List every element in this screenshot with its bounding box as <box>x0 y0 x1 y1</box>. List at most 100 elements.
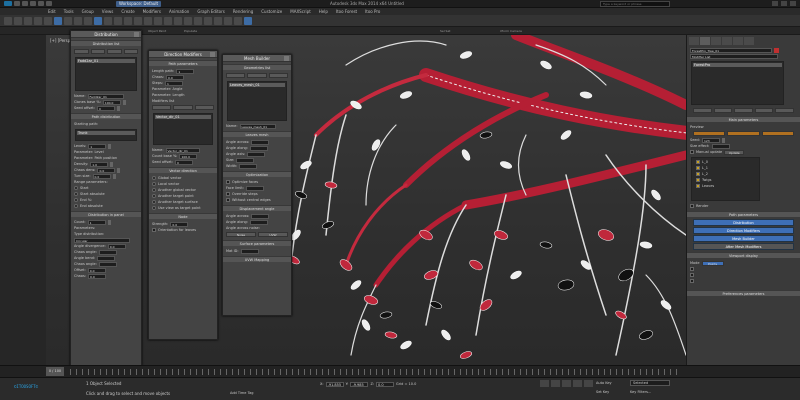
distribution-in-panel-section[interactable]: Distribution in panel <box>71 211 141 217</box>
undo-icon[interactable] <box>4 17 12 25</box>
direction-modifiers-button[interactable]: Direction Modifiers <box>693 227 794 234</box>
level-checkbox[interactable] <box>696 172 700 176</box>
density-field[interactable]: 1.0 <box>90 161 109 167</box>
object-name-field[interactable]: ForestPro_Tree_01 <box>690 47 772 53</box>
angle-snap-icon[interactable] <box>144 17 152 25</box>
angle-div-field[interactable]: 0.0 <box>107 243 126 249</box>
search-input[interactable]: Type a keyword or phrase <box>600 1 670 7</box>
schematic-icon[interactable] <box>204 17 212 25</box>
path-parameters-section[interactable]: Path parameters <box>687 211 800 217</box>
menu-itoo-forest[interactable]: Itoo Forest <box>336 9 357 14</box>
add-icon[interactable] <box>226 73 246 78</box>
set-key-button[interactable]: Set Key <box>596 390 609 394</box>
perspective-viewport[interactable]: [+] [Perspective] [Realistic] <box>46 35 686 365</box>
turn-spinner[interactable] <box>112 173 116 179</box>
chaos-dens-spinner[interactable] <box>117 167 121 173</box>
levels-field[interactable]: 1 <box>88 143 107 149</box>
display-opt-checkbox[interactable] <box>690 273 694 277</box>
optimization-section[interactable]: Optimization <box>223 171 291 177</box>
end-abs-radio[interactable] <box>74 204 78 208</box>
menu-create[interactable]: Create <box>121 9 134 14</box>
move-icon[interactable] <box>94 17 102 25</box>
opt-another-global-radio[interactable] <box>152 188 156 192</box>
display-tab-icon[interactable] <box>733 37 743 45</box>
mesh-panel-header[interactable]: Mesh Builder <box>223 55 291 62</box>
modifier-stack-item[interactable]: ForestPro <box>693 63 782 67</box>
level-list[interactable]: L_0 L_1 L_2 Twigs Leaves <box>691 157 760 201</box>
level-checkbox[interactable] <box>696 178 700 182</box>
angle-along-field[interactable] <box>249 145 268 151</box>
time-slider-handle[interactable]: 0 / 100 <box>46 367 64 376</box>
minimize-icon[interactable] <box>772 1 778 6</box>
bind-icon[interactable] <box>44 17 52 25</box>
object-color-swatch[interactable] <box>774 47 779 53</box>
close-icon[interactable] <box>790 1 796 6</box>
redo-icon[interactable] <box>46 1 52 6</box>
angle-chaos-field[interactable] <box>98 261 117 267</box>
remove-modifier-icon[interactable] <box>754 108 774 113</box>
track-bar[interactable] <box>70 369 680 375</box>
align-icon[interactable] <box>174 17 182 25</box>
pin-stack-icon[interactable] <box>693 108 712 113</box>
level-checkbox[interactable] <box>696 160 700 164</box>
ribbon-sel-set[interactable]: Sel Set <box>440 29 450 33</box>
mesh-builder-button[interactable]: Mesh Builder <box>693 235 794 242</box>
key-mode-dropdown[interactable]: Selected <box>630 380 670 386</box>
ribbon-object-paint[interactable]: Object Paint <box>148 29 166 33</box>
path-parameters-section[interactable]: Path parameters <box>149 60 217 66</box>
add-time-tag[interactable]: Add Time Tag <box>230 391 254 395</box>
modifiers-list[interactable]: Vector_dir_01 <box>153 113 213 145</box>
redo-icon[interactable] <box>14 17 22 25</box>
maximize-icon[interactable] <box>781 1 787 6</box>
workspace-selector[interactable]: Workspace: Default <box>116 1 162 7</box>
display-opt-checkbox[interactable] <box>690 267 694 271</box>
vector-direction-section[interactable]: Vector direction <box>149 167 217 173</box>
modifier-list-dropdown[interactable]: Modifier List <box>690 53 778 59</box>
seed-spinner[interactable] <box>116 105 120 111</box>
chaos-field[interactable]: 0.0 <box>87 273 106 279</box>
menu-maxscript[interactable]: MAXScript <box>290 9 311 14</box>
time-slider[interactable]: 0 / 100 <box>0 365 800 377</box>
create-tab-icon[interactable] <box>689 37 699 45</box>
percent-snap-icon[interactable] <box>154 17 162 25</box>
hierarchy-tab-icon[interactable] <box>711 37 721 45</box>
menu-edit[interactable]: Edit <box>48 9 56 14</box>
ribbon-xform-camera[interactable]: Xform Camera <box>500 29 522 33</box>
menu-group[interactable]: Group <box>82 9 94 14</box>
rotate-icon[interactable] <box>104 17 112 25</box>
menu-animation[interactable]: Animation <box>169 9 189 14</box>
disp-along-field[interactable] <box>249 219 268 225</box>
clones-field[interactable]: 100.0 <box>102 99 121 105</box>
play-icon[interactable] <box>562 380 571 387</box>
y-field[interactable]: -9.985 <box>350 382 369 387</box>
next-frame-icon[interactable] <box>573 380 582 387</box>
turn-field[interactable]: 0.0 <box>92 173 111 179</box>
main-parameters-section[interactable]: Main parameters <box>687 116 800 122</box>
offset-field[interactable]: 0.0 <box>87 267 106 273</box>
opt-global-radio[interactable] <box>152 176 156 180</box>
start-abs-radio[interactable] <box>74 192 78 196</box>
preview-1-icon[interactable] <box>693 131 726 136</box>
unlink-icon[interactable] <box>34 17 42 25</box>
curve-editor-icon[interactable] <box>194 17 202 25</box>
delete-icon[interactable] <box>173 105 193 110</box>
select-by-name-icon[interactable] <box>64 17 72 25</box>
mat-id-field[interactable] <box>240 248 259 254</box>
material-editor-icon[interactable] <box>214 17 222 25</box>
menu-customize[interactable]: Customize <box>261 9 282 14</box>
menu-itoo-pro[interactable]: Itoo Pro <box>365 9 380 14</box>
mirror-icon[interactable] <box>164 17 172 25</box>
opt-view-radio[interactable] <box>152 206 156 210</box>
menu-rendering[interactable]: Rendering <box>233 9 253 14</box>
clones-spinner[interactable] <box>122 99 126 105</box>
face-limit-field[interactable] <box>245 185 264 191</box>
modifier-stack[interactable]: ForestPro <box>691 61 784 105</box>
steps-field[interactable]: 1 <box>164 80 183 86</box>
utilities-tab-icon[interactable] <box>744 37 754 45</box>
undo-icon[interactable] <box>38 1 44 6</box>
seed-spinner[interactable] <box>721 137 725 143</box>
auto-key-button[interactable]: Auto Key <box>596 381 612 385</box>
level-checkbox[interactable] <box>696 166 700 170</box>
count-field[interactable]: 100.0 <box>179 153 198 159</box>
close-icon[interactable] <box>210 52 215 57</box>
